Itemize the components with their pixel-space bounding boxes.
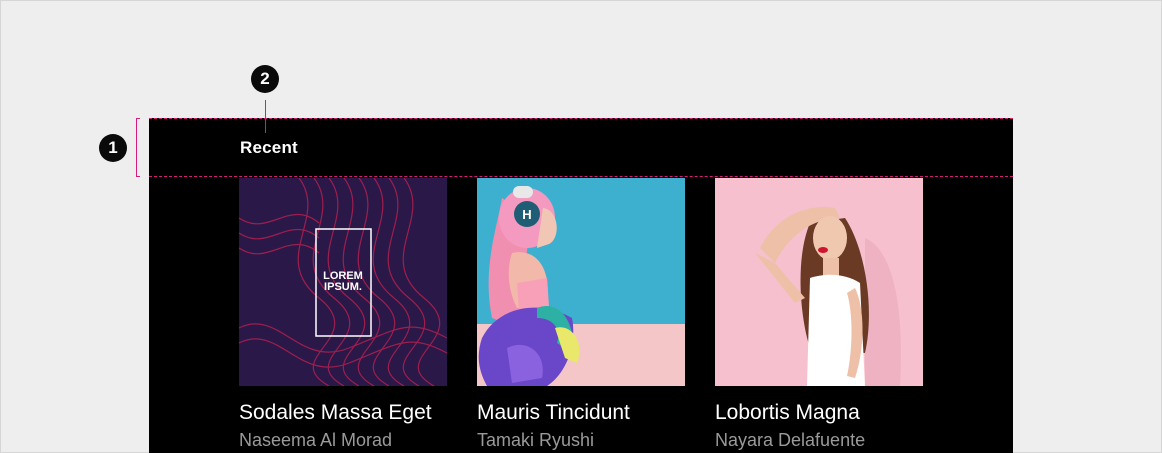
album-card[interactable]: Lobortis Magna Nayara Delafuente (715, 178, 923, 450)
annotation-marker-2: 2 (251, 65, 279, 93)
headphone-letter: H (522, 207, 531, 222)
album-cover-image (715, 178, 923, 386)
annotation-leader-line (265, 100, 266, 133)
annotation-bracket (136, 118, 140, 177)
album-card[interactable]: H Mauris Tincidunt Tamaki Ryushi (477, 178, 685, 450)
album-artist: Tamaki Ryushi (477, 430, 595, 450)
album-artist: Nayara Delafuente (715, 430, 866, 450)
cover-wordmark: LOREM IPSUM. (239, 178, 447, 386)
cover-wordmark-line-2: IPSUM. (324, 281, 362, 293)
album-card[interactable]: LOREM IPSUM. Sodales Massa Eget Naseema … (239, 178, 447, 450)
album-cover-image: LOREM IPSUM. (239, 178, 447, 386)
annotation-marker-1: 1 (99, 134, 127, 162)
album-cover-image: H (477, 178, 685, 386)
album-title: Sodales Massa Eget (239, 401, 432, 424)
section-title: Recent (240, 138, 298, 157)
album-title: Mauris Tincidunt (477, 401, 630, 424)
album-title: Lobortis Magna (715, 401, 860, 424)
album-artist: Naseema Al Morad (239, 430, 393, 450)
